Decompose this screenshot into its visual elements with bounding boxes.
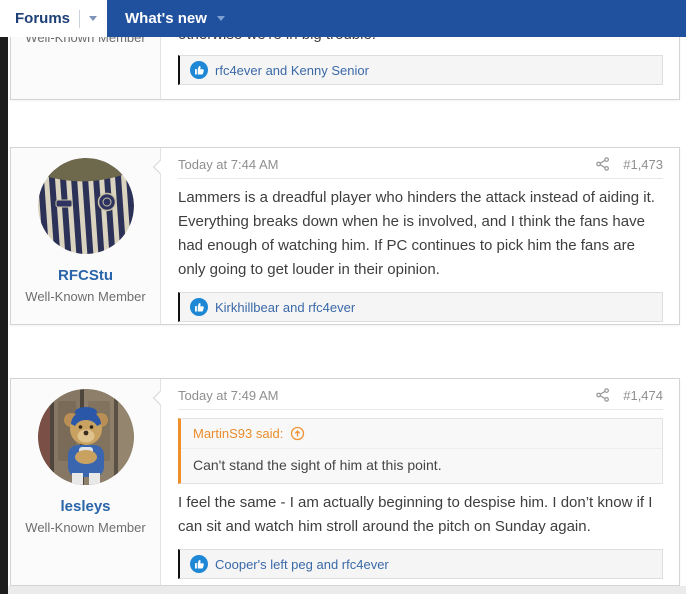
share-icon[interactable] [595, 387, 611, 403]
post-timestamp-link[interactable]: Today at 7:49 AM [178, 388, 278, 403]
post-header: Today at 7:49 AM #1,474 [178, 387, 663, 410]
tab-forums[interactable]: Forums [0, 0, 108, 37]
quote-text: Can't stand the sight of him at this poi… [193, 457, 442, 473]
likes-members-link[interactable]: Cooper's left peg and rfc4ever [215, 557, 389, 572]
like-icon [190, 298, 208, 316]
quote-block: MartinS93 said: Can't stand the sight of… [178, 418, 663, 484]
message-cell: Today at 7:49 AM #1,474 MartinS93 said: … [152, 379, 679, 585]
post-header: Today at 7:44 AM #1,473 [178, 156, 663, 179]
avatar[interactable] [37, 158, 134, 254]
likes-bar: Cooper's left peg and rfc4ever [178, 549, 663, 579]
post-body: Lammers is a dreadful player who hinders… [178, 189, 655, 278]
member-label: Well-Known Member [25, 520, 146, 535]
post-number-link[interactable]: #1,474 [623, 388, 663, 403]
likes-members-link[interactable]: Kirkhillbear and rfc4ever [215, 300, 355, 315]
share-icon[interactable] [595, 156, 611, 172]
member-label: Well-Known Member [25, 289, 146, 304]
forum-thread-page: Well-Known Member otherwise we're in big… [0, 0, 686, 594]
page-edge [0, 37, 8, 594]
username-link[interactable]: lesleys [60, 498, 110, 515]
jump-to-quote-icon[interactable] [290, 426, 305, 441]
likes-bar: rfc4ever and Kenny Senior [178, 55, 663, 85]
username-link[interactable]: RFCStu [58, 267, 113, 284]
post-body: I feel the same - I am actually beginnin… [178, 494, 653, 535]
top-navbar: Forums What's new [0, 0, 686, 37]
post-1474: lesleys Well-Known Member Today at 7:49 … [10, 378, 680, 586]
tab-separator [79, 9, 81, 28]
tab-whats-new-label: What's new [125, 10, 207, 27]
tab-forums-label: Forums [15, 10, 71, 27]
like-icon [190, 61, 208, 79]
like-icon [190, 555, 208, 573]
likes-bar: Kirkhillbear and rfc4ever [178, 292, 663, 322]
message-cell: Today at 7:44 AM #1,473 Lammers is a dre… [152, 148, 679, 324]
tab-whats-new[interactable]: What's new [107, 0, 243, 37]
post-1473: RFCStu Well-Known Member Today at 7:44 A… [10, 147, 680, 325]
post-timestamp-link[interactable]: Today at 7:44 AM [178, 157, 278, 172]
likes-members-link[interactable]: rfc4ever and Kenny Senior [215, 63, 369, 78]
quote-attribution-label: MartinS93 said: [193, 426, 284, 441]
author-cell: lesleys Well-Known Member [11, 379, 161, 585]
avatar[interactable] [37, 389, 134, 485]
quote-attribution[interactable]: MartinS93 said: [181, 419, 662, 449]
chevron-down-icon[interactable] [216, 16, 225, 21]
author-cell: RFCStu Well-Known Member [11, 148, 161, 324]
page-background-strip [8, 586, 686, 594]
post-number-link[interactable]: #1,473 [623, 157, 663, 172]
chevron-down-icon[interactable] [89, 16, 98, 21]
